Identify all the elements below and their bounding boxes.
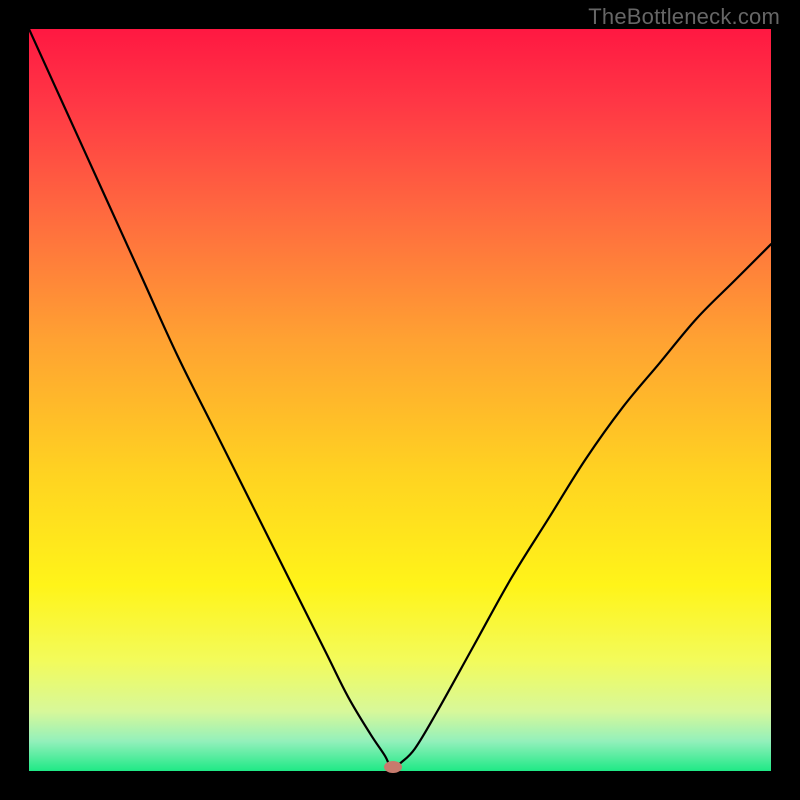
minimum-marker xyxy=(384,761,402,773)
watermark-text: TheBottleneck.com xyxy=(588,4,780,30)
chart-container: TheBottleneck.com xyxy=(0,0,800,800)
bottleneck-curve xyxy=(29,29,771,771)
plot-area xyxy=(29,29,771,771)
